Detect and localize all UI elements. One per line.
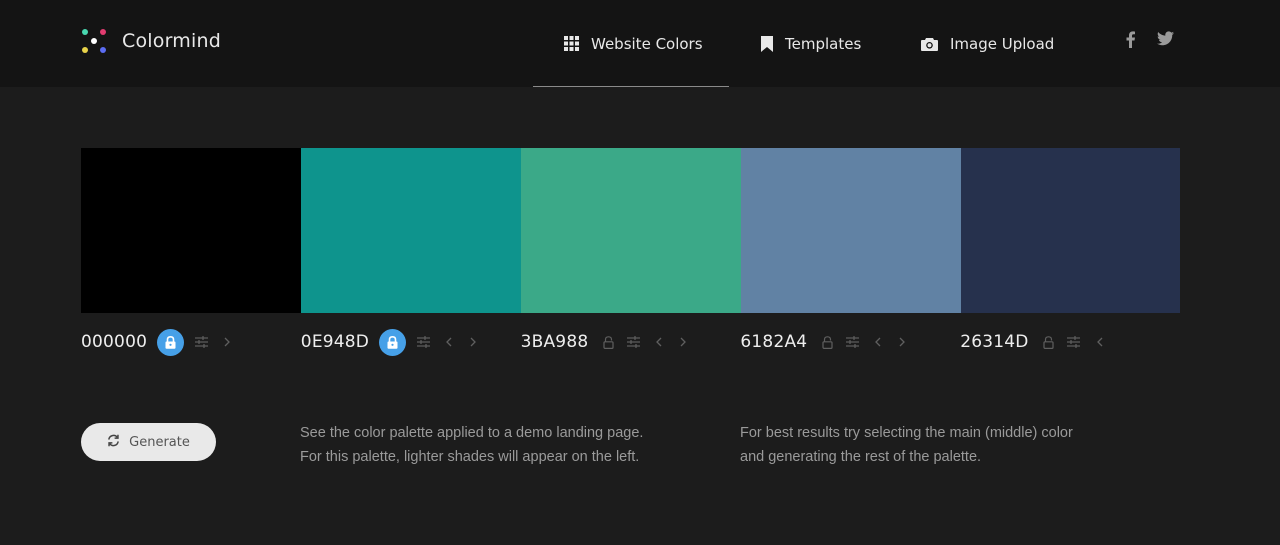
lock-open-icon[interactable] — [1041, 334, 1057, 350]
swatch-controls: 0E948D — [301, 327, 521, 357]
color-palette — [81, 148, 1180, 313]
description-line: See the color palette applied to a demo … — [300, 425, 644, 441]
color-swatch[interactable] — [961, 148, 1180, 313]
chevron-right-icon[interactable] — [897, 336, 907, 348]
color-swatch[interactable] — [521, 148, 741, 313]
swatch-controls: 6182A4 — [740, 327, 960, 357]
color-swatch[interactable] — [741, 148, 961, 313]
colormind-logo-icon — [80, 27, 108, 55]
description-line: For this palette, lighter shades will ap… — [300, 449, 640, 465]
nav-label: Templates — [785, 34, 862, 53]
grid-icon — [564, 36, 579, 51]
twitter-icon[interactable] — [1157, 31, 1174, 52]
hex-code[interactable]: 26314D — [960, 332, 1028, 352]
demo-description: See the color palette applied to a demo … — [300, 421, 720, 469]
lock-closed-icon[interactable] — [157, 328, 185, 356]
lock-closed-icon[interactable] — [379, 328, 407, 356]
generate-button[interactable]: Generate — [81, 423, 216, 461]
color-swatch[interactable] — [81, 148, 301, 313]
app-name: Colormind — [122, 30, 221, 52]
swatch-controls: 000000 — [81, 327, 301, 357]
facebook-icon[interactable] — [1126, 31, 1135, 52]
main-nav: Website Colors Templates Image Upload — [533, 0, 1079, 87]
adjust-sliders-icon[interactable] — [416, 335, 430, 349]
camera-icon — [921, 37, 938, 51]
adjust-sliders-icon[interactable] — [626, 335, 640, 349]
palette-controls: 000000 0E948D 3BA988 6182A4 26314D — [81, 327, 1180, 357]
nav-image-upload[interactable]: Image Upload — [889, 0, 1079, 87]
swatch-controls: 26314D — [960, 327, 1180, 357]
swatch-controls: 3BA988 — [521, 327, 741, 357]
hex-code[interactable]: 3BA988 — [521, 332, 589, 352]
adjust-sliders-icon[interactable] — [845, 335, 859, 349]
generate-label: Generate — [129, 434, 190, 450]
color-swatch[interactable] — [301, 148, 521, 313]
refresh-icon — [107, 434, 120, 451]
chevron-right-icon[interactable] — [222, 336, 232, 348]
chevron-left-icon[interactable] — [873, 336, 883, 348]
brand-logo[interactable]: Colormind — [80, 27, 221, 55]
hex-code[interactable]: 000000 — [81, 332, 147, 352]
bookmark-icon — [761, 35, 773, 52]
nav-website-colors[interactable]: Website Colors — [533, 0, 729, 87]
chevron-left-icon[interactable] — [444, 336, 454, 348]
tip-description: For best results try selecting the main … — [740, 421, 1160, 469]
top-navbar: Colormind Website Colors Templates Image… — [0, 0, 1280, 87]
chevron-right-icon[interactable] — [678, 336, 688, 348]
description-line: and generating the rest of the palette. — [740, 449, 982, 465]
chevron-left-icon[interactable] — [654, 336, 664, 348]
social-links — [1126, 31, 1174, 52]
chevron-right-icon[interactable] — [468, 336, 478, 348]
adjust-sliders-icon[interactable] — [194, 335, 208, 349]
adjust-sliders-icon[interactable] — [1067, 335, 1081, 349]
hex-code[interactable]: 6182A4 — [740, 332, 807, 352]
lock-open-icon[interactable] — [600, 334, 616, 350]
description-line: For best results try selecting the main … — [740, 425, 1073, 441]
nav-label: Image Upload — [950, 34, 1055, 53]
nav-templates[interactable]: Templates — [729, 0, 889, 87]
lock-open-icon[interactable] — [819, 334, 835, 350]
nav-label: Website Colors — [591, 34, 703, 53]
hex-code[interactable]: 0E948D — [301, 332, 369, 352]
chevron-left-icon[interactable] — [1095, 336, 1105, 348]
